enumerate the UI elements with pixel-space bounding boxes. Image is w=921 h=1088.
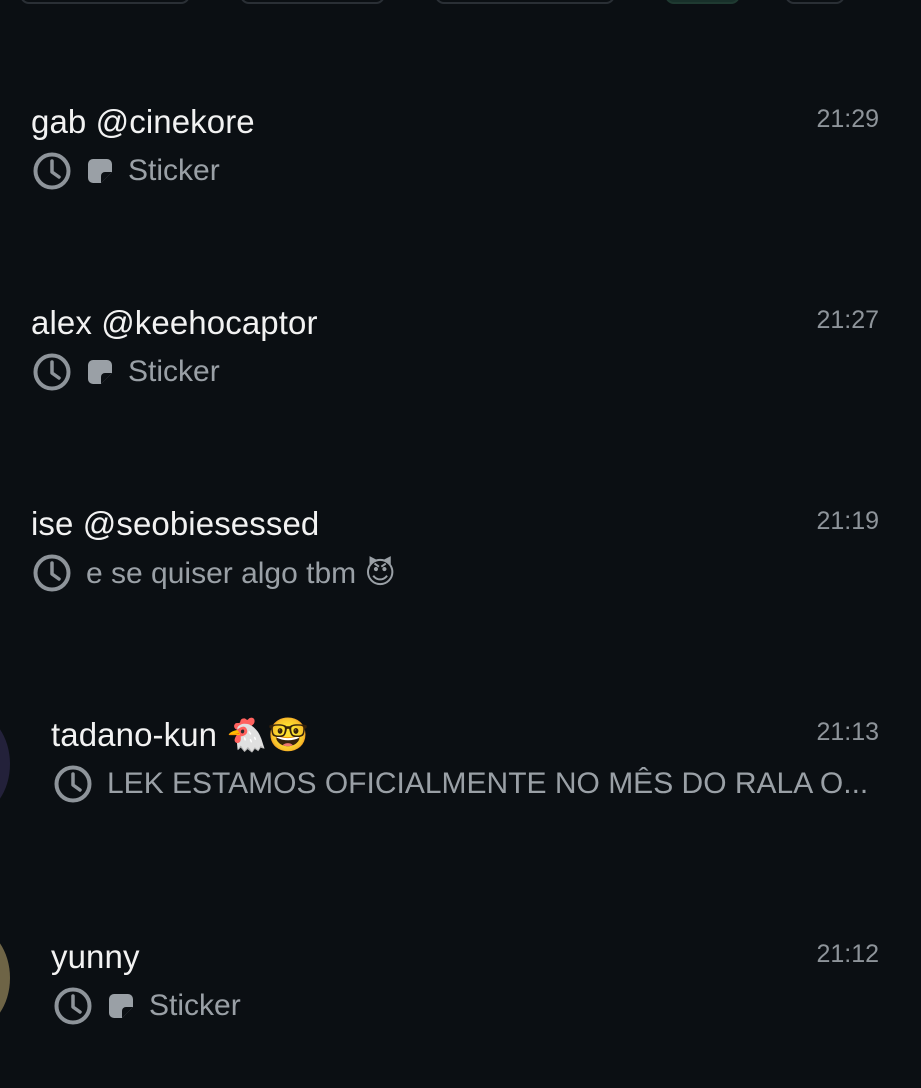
chat-preview: LEK ESTAMOS OFICIALMENTE NO MÊS DO RALA …: [53, 764, 868, 804]
chat-list-item[interactable]: ise @seobiesessed 21:19 e se quiser algo…: [0, 505, 921, 635]
chat-preview: e se quiser algo tbm 😈: [32, 553, 396, 593]
chat-name: ise @seobiesessed: [31, 505, 320, 542]
filter-chip-active[interactable]: [665, 0, 740, 4]
sticker-icon: [109, 994, 133, 1018]
sticker-icon: [88, 159, 112, 183]
chat-list-item[interactable]: tadano-kun 🐔🤓 21:13 LEK ESTAMOS OFICIALM…: [0, 714, 921, 846]
avatar[interactable]: [0, 714, 10, 814]
chat-preview-text: Sticker: [149, 989, 241, 1022]
clock-icon: [33, 152, 71, 190]
filter-chip[interactable]: [785, 0, 845, 4]
clock-icon: [54, 987, 92, 1025]
chat-preview: Sticker: [32, 352, 220, 392]
sticker-icon: [88, 360, 112, 384]
chat-preview-text: Sticker: [128, 355, 220, 388]
chat-preview-text: e se quiser algo tbm 😈: [86, 556, 396, 590]
chat-list-item[interactable]: gab @cinekore 21:29 Sticker: [0, 103, 921, 233]
avatar[interactable]: [0, 928, 10, 1028]
chat-name: yunny: [51, 938, 140, 975]
chat-name: gab @cinekore: [31, 103, 255, 140]
chat-time: 21:12: [816, 940, 879, 968]
chat-list-item[interactable]: yunny 21:12 Sticker: [0, 928, 921, 1068]
filter-chip[interactable]: [435, 0, 615, 4]
chat-time: 21:19: [816, 507, 879, 535]
chat-time: 21:27: [816, 306, 879, 334]
chat-name: alex @keehocaptor: [31, 304, 318, 341]
chat-preview-text: Sticker: [128, 154, 220, 187]
filter-chip[interactable]: [20, 0, 190, 4]
chat-preview-text: LEK ESTAMOS OFICIALMENTE NO MÊS DO RALA …: [107, 767, 869, 800]
filter-chip[interactable]: [240, 0, 385, 4]
chat-list-item[interactable]: alex @keehocaptor 21:27 Sticker: [0, 304, 921, 434]
chat-name: tadano-kun 🐔🤓: [51, 716, 309, 753]
clock-icon: [33, 353, 71, 391]
chat-time: 21:29: [816, 105, 879, 133]
chat-time: 21:13: [816, 718, 879, 746]
clock-icon: [54, 765, 92, 803]
chat-preview: Sticker: [32, 151, 220, 191]
chat-preview: Sticker: [53, 986, 241, 1026]
chat-list-screen: gab @cinekore 21:29 Sticker alex @keehoc…: [0, 0, 921, 1088]
clock-icon: [33, 554, 71, 592]
